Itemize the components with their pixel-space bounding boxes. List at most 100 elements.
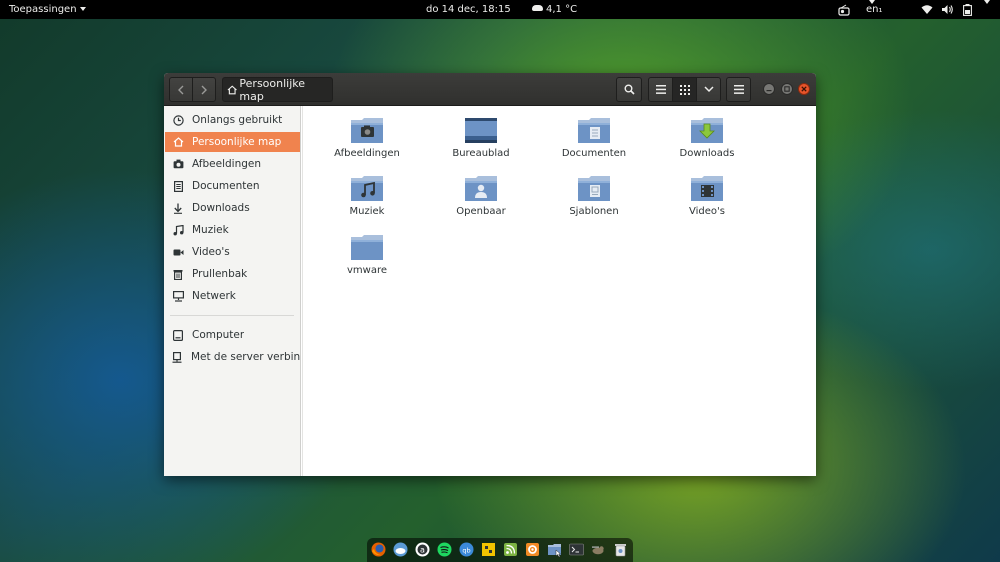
file-name: Video's [689,206,725,217]
folder-item[interactable]: Afbeeldingen [317,111,417,165]
folder-item[interactable]: Documenten [544,111,644,165]
trash-icon [172,268,184,280]
sidebar-item-videos[interactable]: Video's [165,242,300,262]
folder-item[interactable]: Openbaar [431,169,531,223]
path-label: Persoonlijke map [239,76,306,103]
sidebar: Onlangs gebruikt Persoonlijke map Afbeel… [164,106,301,476]
public-folder-icon [465,176,497,201]
applications-menu[interactable]: Toepassingen [9,0,86,19]
sidebar-item-label: Onlangs gebruikt [192,114,283,126]
maximize-button[interactable] [781,83,793,95]
computer-icon [172,329,184,341]
sidebar-item-computer[interactable]: Computer [165,325,300,345]
sidebar-item-label: Documenten [192,180,260,192]
dock: a qb [367,538,633,562]
folder-item[interactable]: vmware [317,228,417,282]
downloads-folder-icon [691,118,723,143]
settings-icon[interactable] [525,542,540,557]
puzzle-icon[interactable] [481,542,496,557]
applications-label: Toepassingen [9,4,77,15]
sidebar-item-downloads[interactable]: Downloads [165,198,300,218]
folder-item[interactable]: Muziek [317,169,417,223]
wifi-icon[interactable] [921,0,933,22]
templates-folder-icon [578,176,610,201]
view-options-button[interactable] [696,77,721,102]
camera-icon [172,158,184,170]
sidebar-item-label: Downloads [192,202,250,214]
battery-icon[interactable] [963,0,972,23]
file-name: Bureaublad [452,148,510,159]
folder-item[interactable]: Video's [657,169,757,223]
server-icon [172,351,183,363]
weather-indicator[interactable]: 4,1 °C [532,0,577,19]
sidebar-item-home[interactable]: Persoonlijke map [165,132,300,152]
cloud-icon [532,5,543,11]
sidebar-separator [170,315,294,316]
minimize-icon [766,90,772,92]
file-name: Sjablonen [569,206,619,217]
terminal-icon[interactable] [569,542,584,557]
folder-item[interactable]: Bureaublad [431,111,531,165]
desktop-folder-icon [465,118,497,143]
rss-icon[interactable] [503,542,518,557]
chevron-down-icon [79,7,86,11]
top-bar: Toepassingen do 14 dec, 18:15 4,1 °C en₁ [0,0,1000,19]
file-name: Muziek [349,206,385,217]
sidebar-item-network[interactable]: Netwerk [165,286,300,306]
volume-icon[interactable] [941,0,954,22]
video-icon [172,246,184,258]
clock-icon [172,114,184,126]
folder-item[interactable]: Sjablonen [544,169,644,223]
search-button[interactable] [616,77,642,102]
sidebar-item-pictures[interactable]: Afbeeldingen [165,154,300,174]
forward-button[interactable] [192,77,216,102]
sidebar-item-label: Computer [192,329,245,341]
close-button[interactable] [798,83,810,95]
sidebar-item-trash[interactable]: Prullenbak [165,264,300,284]
list-icon [655,85,666,94]
chevron-right-icon [201,85,207,94]
gimp-icon[interactable] [591,542,606,557]
weather-app-icon[interactable] [393,542,408,557]
files-icon[interactable] [547,542,562,557]
hamburger-icon [733,85,744,94]
minimize-button[interactable] [763,83,775,95]
home-icon [172,136,184,148]
svg-text:a: a [420,546,425,555]
svg-text:qb: qb [462,546,470,554]
trash-dock-icon[interactable] [613,542,628,557]
maximize-icon [784,86,790,92]
folder-item[interactable]: Downloads [657,111,757,165]
software-center-icon[interactable]: a [415,542,430,557]
sidebar-item-music[interactable]: Muziek [165,220,300,240]
menu-button[interactable] [726,77,751,102]
header-bar: Persoonlijke map [164,73,816,106]
file-name: vmware [346,265,387,276]
grid-view-button[interactable] [672,77,697,102]
list-view-button[interactable] [648,77,673,102]
network-icon [172,290,184,302]
music-folder-icon [351,176,383,201]
chevron-down-icon [869,0,875,4]
back-button[interactable] [169,77,193,102]
sidebar-item-connect-server[interactable]: Met de server verbin… [165,347,300,367]
path-bar-home[interactable]: Persoonlijke map [222,76,333,103]
file-manager-window: Persoonlijke map Onlangs gebruikt Persoo… [164,73,816,476]
file-name: Documenten [561,148,627,159]
sidebar-item-label: Persoonlijke map [192,136,282,148]
sidebar-item-documents[interactable]: Documenten [165,176,300,196]
qbittorrent-icon[interactable]: qb [459,542,474,557]
file-name: Openbaar [456,206,506,217]
folder-icon [351,235,383,260]
sidebar-item-recent[interactable]: Onlangs gebruikt [165,110,300,130]
sidebar-item-label: Prullenbak [192,268,248,280]
clock[interactable]: do 14 dec, 18:15 [426,0,511,19]
system-tray: en₁ [830,0,1000,19]
chevron-down-icon [703,86,714,93]
spotify-icon[interactable] [437,542,452,557]
file-name: Downloads [679,148,735,159]
firefox-icon[interactable] [371,542,386,557]
radio-icon[interactable] [838,0,850,23]
document-icon [172,180,184,192]
music-icon [172,224,184,236]
